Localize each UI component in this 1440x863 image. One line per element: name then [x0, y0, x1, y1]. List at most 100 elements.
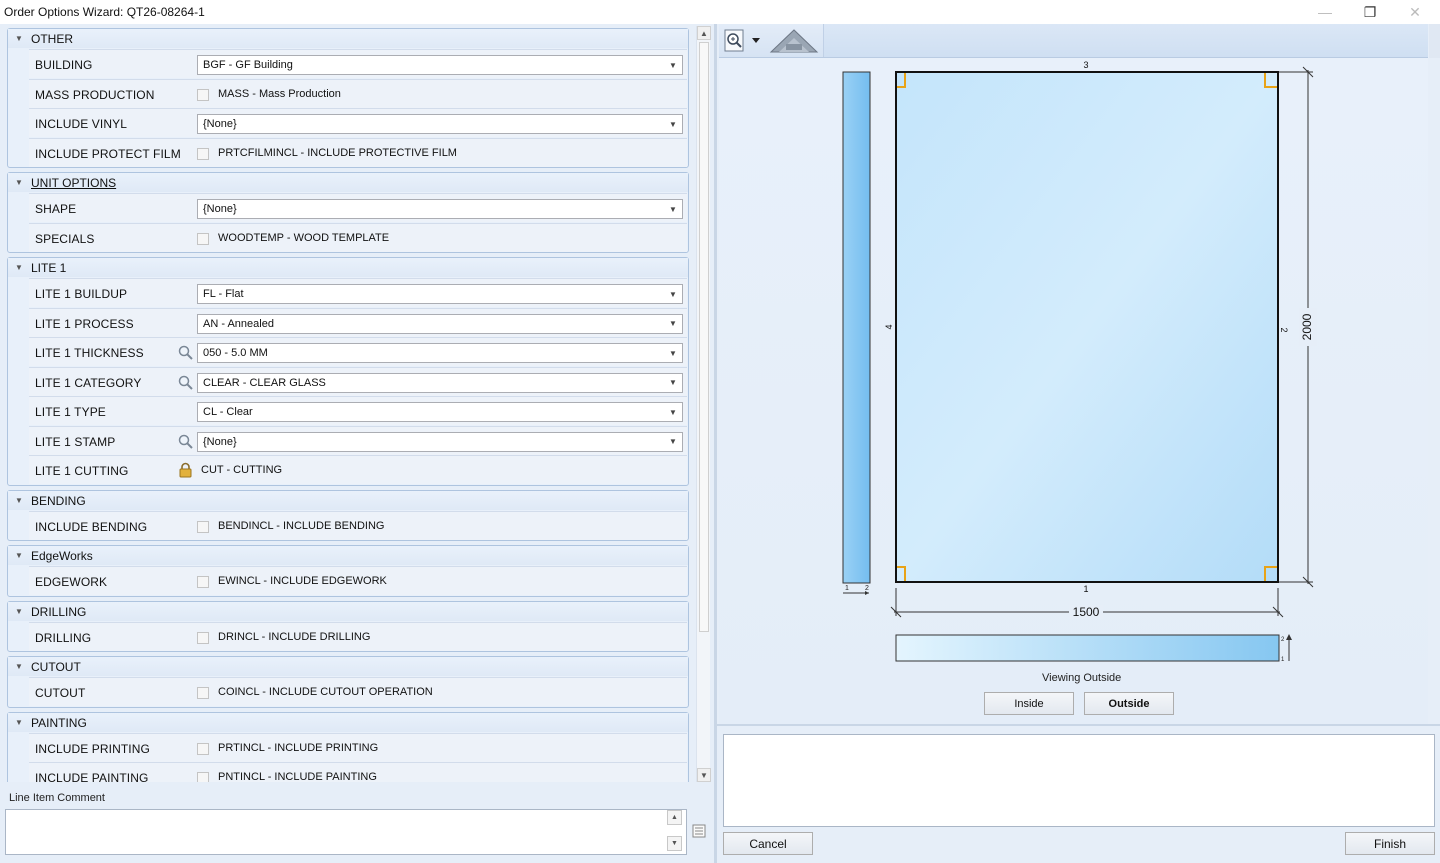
dropdown-arrow-icon[interactable]: ▼ [664, 403, 682, 421]
collapse-arrow-icon[interactable]: ▼ [15, 496, 23, 505]
option-checkbox[interactable] [197, 631, 209, 644]
option-checkbox[interactable] [197, 687, 209, 699]
option-checkbox[interactable] [197, 147, 209, 160]
option-combobox[interactable]: FL - Flat ▼ [197, 284, 683, 304]
option-checkbox[interactable] [197, 520, 209, 533]
comment-scroll-up-icon[interactable]: ▲ [667, 810, 682, 825]
option-label: SPECIALS [35, 231, 95, 246]
dropdown-arrow-icon[interactable]: ▼ [664, 115, 682, 133]
dropdown-arrow-icon[interactable]: ▼ [664, 344, 682, 362]
group-header[interactable]: ▼ UNIT OPTIONS [8, 173, 688, 192]
dropdown-arrow-icon[interactable]: ▼ [664, 433, 682, 451]
search-icon[interactable] [178, 434, 193, 449]
checkbox-label: PNTINCL - INCLUDE PAINTING [218, 771, 377, 782]
search-icon[interactable] [178, 375, 193, 390]
option-checkbox[interactable] [197, 742, 209, 755]
combobox-value: BGF - GF Building [203, 59, 293, 71]
preview-panel: 1 2 3 1 4 2 2000 1500 2 1 Viewing Outsid… [717, 24, 1440, 863]
dropdown-arrow-icon[interactable]: ▼ [664, 315, 682, 333]
group-title: OTHER [31, 32, 73, 46]
combobox-value: CL - Clear [203, 406, 253, 418]
close-button[interactable]: ✕ [1392, 0, 1438, 24]
option-combobox[interactable]: 050 - 5.0 MM ▼ [197, 343, 683, 363]
checkbox-label: DRINCL - INCLUDE DRILLING [218, 630, 371, 643]
side-label-2: 2 [865, 585, 869, 592]
dropdown-arrow-icon[interactable]: ▼ [664, 200, 682, 218]
option-combobox[interactable]: CLEAR - CLEAR GLASS ▼ [197, 372, 683, 393]
title-bar: Order Options Wizard: QT26-08264-1 — ❐ ✕ [0, 0, 1440, 24]
inside-button[interactable]: Inside [984, 692, 1074, 715]
dropdown-arrow-icon[interactable]: ▼ [664, 374, 682, 392]
checkbox-label: PRTCFILMINCL - INCLUDE PROTECTIVE FILM [218, 146, 457, 159]
option-label: INCLUDE VINYL [35, 117, 127, 131]
zoom-icon[interactable] [723, 28, 749, 54]
option-row: INCLUDE PAINTING PNTINCL - INCLUDE PAINTI… [29, 762, 687, 782]
notes-icon[interactable] [692, 824, 706, 838]
group-header[interactable]: ▼ OTHER [8, 29, 688, 48]
zoom-dropdown-arrow-icon[interactable] [751, 37, 761, 45]
combobox-value: 050 - 5.0 MM [203, 347, 268, 359]
finish-button[interactable]: Finish [1345, 832, 1435, 855]
comment-scrollbar[interactable]: ▲ ▼ [666, 810, 684, 854]
line-item-comment-input[interactable] [5, 809, 687, 855]
shape-template-icon[interactable] [769, 27, 819, 54]
option-combobox[interactable]: {None} ▼ [197, 199, 683, 219]
notes-area[interactable] [723, 734, 1435, 827]
group-drilling: ▼ DRILLING DRILLING DRINCL - INCLUDE DRILLI… [7, 600, 689, 652]
combobox-value: {None} [203, 118, 237, 130]
collapse-arrow-icon[interactable]: ▼ [15, 607, 23, 616]
search-icon[interactable] [178, 345, 193, 360]
option-checkbox[interactable] [197, 232, 209, 245]
option-row: LITE 1 STAMP {None} ▼ [29, 425, 687, 455]
option-combobox[interactable]: CL - Clear ▼ [197, 402, 683, 422]
comment-scroll-down-icon[interactable]: ▼ [667, 836, 682, 851]
group-title: BENDING [31, 493, 86, 508]
group-title: CUTOUT [31, 660, 81, 674]
thickness-label-bottom: 1 [1281, 657, 1285, 663]
dropdown-arrow-icon[interactable]: ▼ [664, 56, 682, 74]
option-label: SHAPE [35, 202, 77, 216]
group-title: UNIT OPTIONS [31, 176, 117, 190]
collapse-arrow-icon[interactable]: ▼ [15, 662, 23, 671]
collapse-arrow-icon[interactable]: ▼ [15, 263, 23, 272]
locked-value: CUT - CUTTING [201, 464, 283, 476]
option-row: LITE 1 CATEGORY CLEAR - CLEAR GLASS ▼ [29, 366, 687, 396]
group-header[interactable]: ▼ BENDING [8, 490, 688, 510]
glass-preview: 1 2 3 1 4 2 2000 1500 2 1 Viewing Outsid… [719, 58, 1428, 724]
group-header[interactable]: ▼ PAINTING [8, 712, 688, 732]
edge-right-label: 2 [1279, 327, 1289, 332]
option-label: CUTOUT [35, 686, 86, 700]
option-row: LITE 1 THICKNESS 050 - 5.0 MM ▼ [29, 337, 687, 366]
group-header[interactable]: ▼ LITE 1 [8, 258, 688, 277]
scroll-down-icon[interactable]: ▼ [697, 768, 711, 782]
options-scrollbar[interactable]: ▲ ▼ [696, 26, 711, 782]
minimize-button[interactable]: — [1302, 0, 1348, 24]
collapse-arrow-icon[interactable]: ▼ [15, 718, 23, 727]
cancel-button[interactable]: Cancel [723, 832, 813, 855]
scroll-up-icon[interactable]: ▲ [697, 26, 711, 40]
side-edge-view [842, 71, 871, 584]
edge-left-label: 4 [884, 324, 894, 329]
group-header[interactable]: ▼ DRILLING [8, 601, 688, 621]
option-combobox[interactable]: {None} ▼ [197, 114, 683, 134]
dropdown-arrow-icon[interactable]: ▼ [664, 285, 682, 303]
option-combobox[interactable]: {None} ▼ [197, 431, 683, 452]
preview-splitter[interactable] [717, 724, 1440, 726]
restore-button[interactable]: ❐ [1347, 0, 1393, 24]
option-checkbox[interactable] [197, 88, 209, 101]
option-combobox[interactable]: AN - Annealed ▼ [197, 313, 683, 334]
option-checkbox[interactable] [197, 576, 209, 588]
edge-top-label: 3 [1083, 60, 1088, 70]
group-edgeworks: ▼ EdgeWorks EDGEWORK EWINCL - INCLUDE EDGEW… [7, 545, 689, 597]
option-checkbox[interactable] [197, 772, 209, 782]
collapse-arrow-icon[interactable]: ▼ [15, 551, 23, 560]
group-header[interactable]: ▼ CUTOUT [8, 657, 688, 676]
collapse-arrow-icon[interactable]: ▼ [15, 34, 23, 43]
outside-button[interactable]: Outside [1084, 692, 1174, 715]
option-label: LITE 1 TYPE [35, 405, 106, 419]
scroll-thumb[interactable] [699, 42, 709, 632]
option-combobox[interactable]: BGF - GF Building ▼ [197, 55, 683, 75]
group-header[interactable]: ▼ EdgeWorks [8, 546, 688, 565]
option-row: INCLUDE PRINTING PRTINCL - INCLUDE PRINTI… [29, 732, 687, 762]
collapse-arrow-icon[interactable]: ▼ [15, 178, 23, 187]
